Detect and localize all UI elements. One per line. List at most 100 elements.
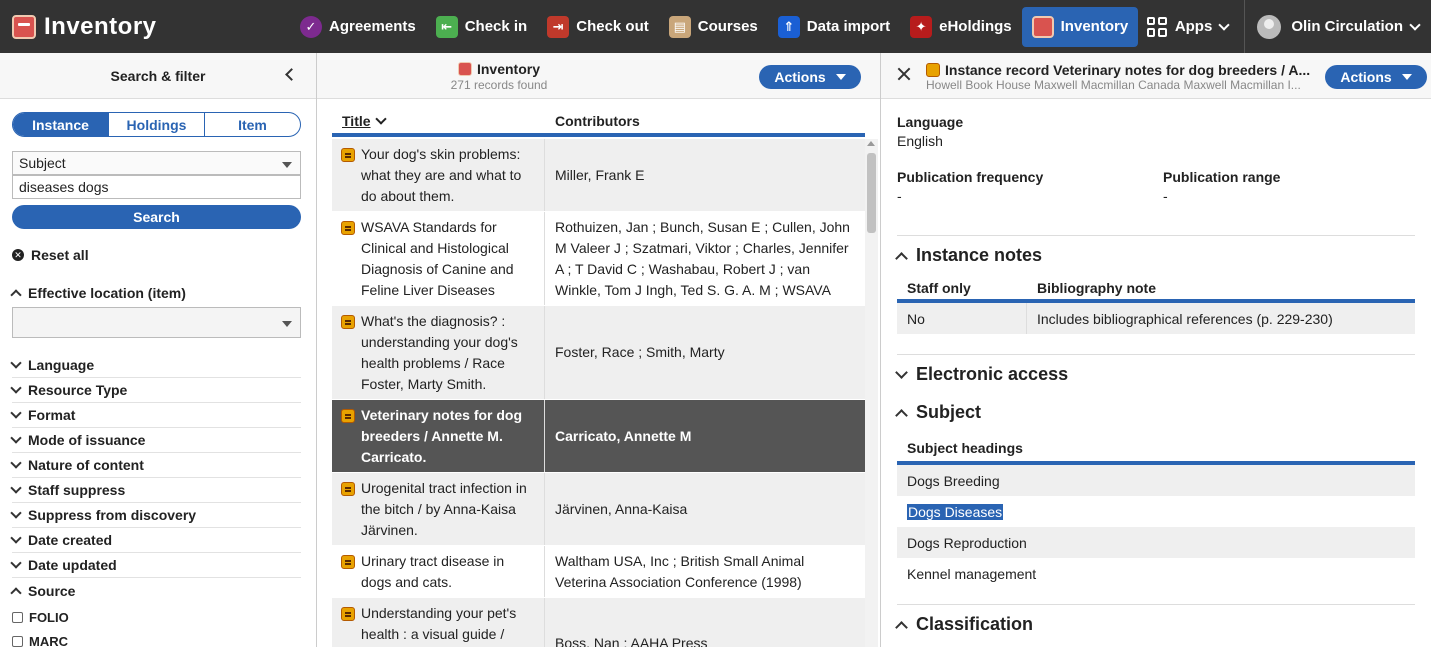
results-pane: Inventory 271 records found Actions Titl…	[317, 53, 881, 647]
nav-right: Apps Olin Circulation	[1131, 0, 1431, 53]
inventory-logo-icon	[12, 14, 36, 39]
detail-title: Instance record Veterinary notes for dog…	[926, 62, 1316, 78]
pane-title: Search & filter	[110, 67, 206, 84]
checkbox[interactable]	[12, 611, 23, 623]
facet-mode-of-issuance[interactable]: Mode of issuance	[10, 428, 301, 453]
nav-app-label: eHoldings	[939, 18, 1012, 35]
cell-title: Veterinary notes for dog breeders / Anne…	[332, 400, 545, 472]
search-input[interactable]: diseases dogs	[12, 175, 301, 199]
chevron-up-icon	[10, 289, 22, 301]
reset-label: Reset all	[31, 247, 89, 263]
close-icon[interactable]	[897, 67, 911, 81]
segment-holdings[interactable]: Holdings	[109, 113, 205, 136]
cell-title: WSAVA Standards for Clinical and Histolo…	[332, 212, 545, 305]
checkbox-label: FOLIO	[29, 609, 69, 625]
search-filter-pane: Search & filter Instance Holdings Item S…	[0, 53, 317, 647]
publication-range-field: Publication range -	[1163, 169, 1280, 204]
table-row[interactable]: What's the diagnosis? : understanding yo…	[332, 306, 865, 400]
app-title: Inventory	[44, 12, 157, 40]
table-row[interactable]: WSAVA Standards for Clinical and Histolo…	[332, 212, 865, 306]
facet-resource-type[interactable]: Resource Type	[10, 378, 301, 403]
app-brand[interactable]: Inventory	[0, 13, 290, 41]
contributors-text: Rothuizen, Jan ; Bunch, Susan E ; Cullen…	[555, 219, 850, 298]
table-row: Kennel management	[897, 558, 1415, 589]
checkbox[interactable]	[12, 635, 23, 647]
facet-format[interactable]: Format	[10, 403, 301, 428]
segment-control: Instance Holdings Item	[12, 112, 301, 137]
actions-label: Actions	[774, 69, 826, 85]
actions-label: Actions	[1340, 69, 1392, 85]
chevron-down-icon	[895, 365, 908, 379]
instance-icon	[341, 221, 355, 235]
table-row[interactable]: Understanding your pet's health : a visu…	[332, 598, 865, 647]
caret-down-icon	[1401, 74, 1412, 80]
column-header-contributors[interactable]: Contributors	[545, 113, 640, 129]
nav-app-data-import[interactable]: ⇑ Data import	[768, 7, 900, 47]
nav-app-label: Inventory	[1060, 18, 1129, 35]
courses-icon: ▤	[668, 15, 691, 38]
section-classification[interactable]: Classification	[895, 614, 1033, 635]
section-electronic-access[interactable]: Electronic access	[895, 364, 1068, 385]
facet-label: Date updated	[28, 557, 117, 573]
scroll-up-arrow-icon[interactable]	[867, 141, 875, 146]
cell-contributors: Boss, Nan ; AAHA Press	[555, 635, 708, 647]
field-label: Publication frequency	[897, 169, 1044, 185]
nav-app-check-in[interactable]: ⇤ Check in	[426, 7, 538, 47]
field-value: -	[1163, 188, 1168, 204]
effective-location-select[interactable]	[12, 307, 301, 338]
table-row[interactable]: Your dog's skin problems: what they are …	[332, 139, 865, 212]
title-text: Veterinary notes for dog breeders / Anne…	[361, 407, 523, 465]
nav-app-agreements[interactable]: ✓ Agreements	[290, 7, 426, 47]
title-text: Understanding your pet's health : a visu…	[361, 605, 517, 642]
table-header: Staff only Bibliography note	[897, 277, 1415, 303]
nav-app-courses[interactable]: ▤ Courses	[659, 7, 768, 47]
search-field-select[interactable]: Subject	[12, 151, 301, 175]
facet-nature-of-content[interactable]: Nature of content	[10, 453, 301, 478]
section-instance-notes[interactable]: Instance notes	[895, 245, 1042, 266]
instance-icon	[341, 555, 355, 569]
table-row-selected[interactable]: Veterinary notes for dog breeders / Anne…	[332, 400, 865, 473]
table-row[interactable]: Urogenital tract infection in the bitch …	[332, 473, 865, 546]
collapse-pane-icon[interactable]	[285, 68, 298, 81]
facet-date-updated[interactable]: Date updated	[10, 553, 301, 578]
contributors-text: Waltham USA, Inc ; British Small Animal …	[555, 552, 805, 590]
chevron-down-icon	[10, 557, 22, 569]
results-title-text: Inventory	[476, 61, 540, 77]
field-value: -	[897, 188, 902, 204]
source-option-folio[interactable]: FOLIO	[12, 605, 69, 629]
section-subject[interactable]: Subject	[895, 402, 982, 423]
segment-instance[interactable]: Instance	[13, 113, 109, 136]
nav-app-check-out[interactable]: ⇥ Check out	[537, 7, 659, 47]
subject-heading: Dogs Breeding	[907, 472, 1000, 489]
user-menu-button[interactable]: Olin Circulation	[1245, 14, 1431, 39]
chevron-up-icon	[895, 251, 908, 265]
actions-button[interactable]: Actions	[759, 65, 861, 89]
facet-staff-suppress[interactable]: Staff suppress	[10, 478, 301, 503]
detail-actions-button[interactable]: Actions	[1325, 65, 1427, 89]
nav-app-inventory[interactable]: Inventory	[1021, 6, 1139, 47]
table-row[interactable]: Urinary tract disease in dogs and cats. …	[332, 546, 865, 598]
table-row: Dogs Breeding	[897, 465, 1415, 496]
facet-label: Language	[28, 357, 95, 373]
facet-date-created[interactable]: Date created	[10, 528, 301, 553]
facet-effective-location[interactable]: Effective location (item)	[10, 285, 186, 301]
chevron-up-icon	[895, 408, 908, 422]
facet-label: Date created	[28, 532, 113, 548]
results-table-body: Your dog's skin problems: what they are …	[332, 139, 865, 647]
facet-language[interactable]: Language	[10, 353, 301, 378]
chevron-down-icon	[1218, 18, 1230, 31]
scrollbar-thumb[interactable]	[867, 153, 876, 233]
segment-item[interactable]: Item	[205, 113, 300, 136]
cell-contributors: Rothuizen, Jan ; Bunch, Susan E ; Cullen…	[545, 212, 865, 305]
facet-label: Format	[28, 407, 76, 423]
detail-subtitle: Howell Book House Maxwell Macmillan Cana…	[926, 78, 1301, 92]
facet-source[interactable]: Source	[10, 578, 301, 603]
column-header-title[interactable]: Title	[332, 113, 545, 129]
apps-menu-button[interactable]: Apps	[1131, 0, 1246, 53]
nav-app-eholdings[interactable]: ✦ eHoldings	[900, 7, 1022, 47]
search-button[interactable]: Search	[12, 205, 301, 229]
source-option-marc[interactable]: MARC	[12, 629, 69, 647]
facet-suppress-from-discovery[interactable]: Suppress from discovery	[10, 503, 301, 528]
section-title: Subject	[916, 402, 982, 422]
reset-all-button[interactable]: ✕ Reset all	[12, 247, 89, 263]
